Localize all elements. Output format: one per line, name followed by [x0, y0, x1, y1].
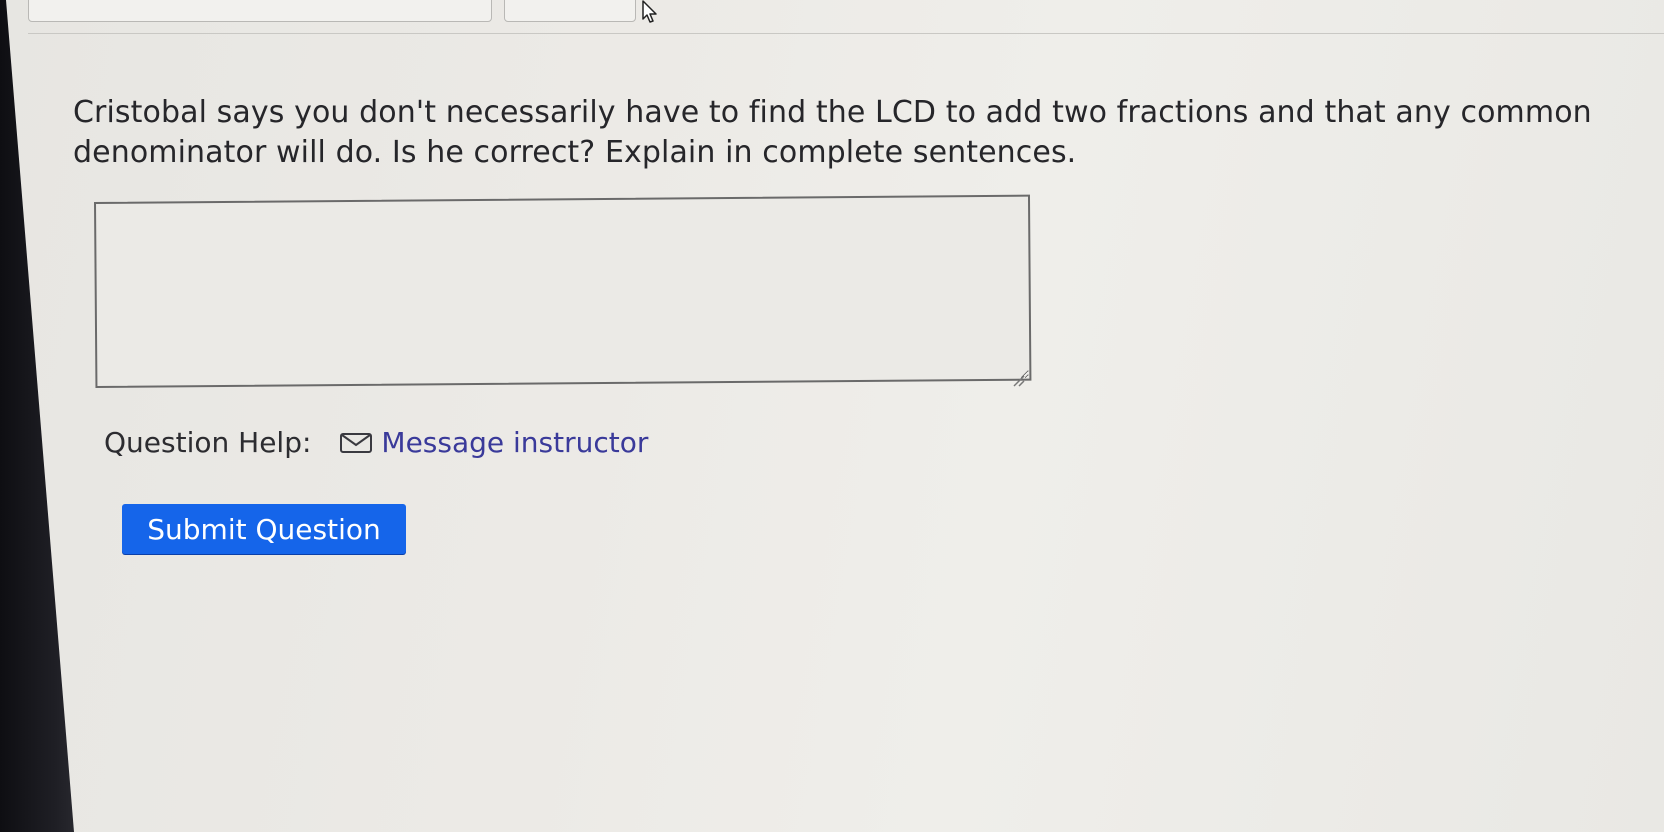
question-line-1: Cristobal says you don't necessarily hav… — [73, 95, 1592, 130]
message-instructor-link[interactable]: Message instructor — [339, 426, 648, 459]
resize-grip-icon[interactable] — [1010, 372, 1026, 388]
message-instructor-label: Message instructor — [381, 426, 649, 459]
question-line-2: denominator will do. Is he correct? Expl… — [73, 135, 1077, 170]
submit-question-button[interactable]: Submit Question — [122, 504, 406, 554]
envelope-icon — [340, 432, 373, 453]
section-divider — [28, 33, 1664, 34]
question-help-label: Question Help: — [104, 426, 312, 459]
question-text: Cristobal says you don't necessarily hav… — [73, 93, 1633, 173]
mouse-pointer-icon — [642, 0, 657, 23]
previous-answer-button[interactable] — [504, 0, 636, 22]
answer-textarea[interactable] — [94, 194, 1032, 388]
browser-viewport: Cristobal says you don't necessarily hav… — [6, 0, 1664, 832]
previous-answer-field[interactable] — [28, 0, 492, 22]
question-help-row: Question Help: Message instructor — [104, 426, 648, 459]
